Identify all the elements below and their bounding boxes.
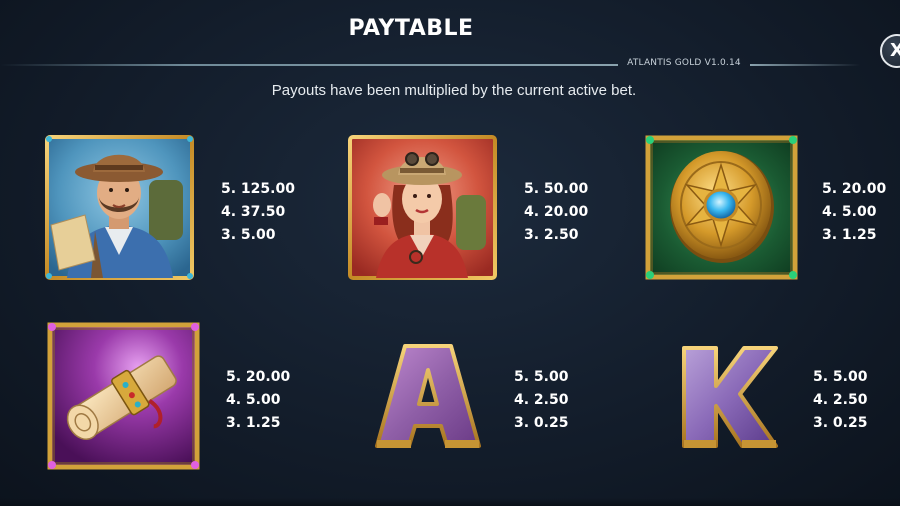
payout-3-of-kind: 3. 0.25 [514, 415, 569, 431]
version-label: ATLANTIS GOLD V1.0.14 [627, 58, 741, 68]
payout-5-of-kind: 5. 20.00 [822, 181, 887, 197]
payouts-letter-k: 5. 5.00 4. 2.50 3. 0.25 [813, 366, 867, 435]
payouts-scroll-map: 5. 20.00 4. 5.00 3. 1.25 [226, 366, 290, 435]
payout-3-of-kind: 3. 1.25 [822, 227, 877, 243]
payout-3-of-kind: 3. 1.25 [226, 415, 281, 431]
symbol-letter-k [682, 344, 778, 450]
payout-3-of-kind: 3. 2.50 [524, 227, 579, 243]
paytable-title: PAYTABLE [348, 16, 474, 41]
payouts-explorer-man: 5. 125.00 4. 37.50 3. 5.00 [221, 178, 295, 247]
payout-3-of-kind: 3. 5.00 [221, 227, 276, 243]
scroll-map-icon [47, 322, 200, 470]
payout-5-of-kind: 5. 125.00 [221, 181, 295, 197]
payouts-explorer-woman: 5. 50.00 4. 20.00 3. 2.50 [524, 178, 588, 247]
header-divider-left [0, 64, 618, 66]
payout-5-of-kind: 5. 5.00 [514, 369, 569, 385]
payout-4-of-kind: 4. 5.00 [822, 204, 877, 220]
payout-5-of-kind: 5. 50.00 [524, 181, 589, 197]
payout-4-of-kind: 4. 5.00 [226, 392, 281, 408]
close-icon: X [890, 40, 900, 61]
golden-medallion-icon [645, 135, 798, 280]
symbol-golden-medallion [645, 135, 798, 280]
letter-a-icon [375, 344, 481, 448]
bottom-shade [0, 498, 900, 506]
payout-4-of-kind: 4. 37.50 [221, 204, 286, 220]
symbol-explorer-woman [348, 135, 497, 280]
symbol-scroll-map [47, 322, 200, 470]
payout-4-of-kind: 4. 20.00 [524, 204, 589, 220]
payout-3-of-kind: 3. 0.25 [813, 415, 868, 431]
payouts-golden-medallion: 5. 20.00 4. 5.00 3. 1.25 [822, 178, 886, 247]
payout-4-of-kind: 4. 2.50 [813, 392, 868, 408]
payout-note: Payouts have been multiplied by the curr… [271, 82, 637, 99]
symbol-letter-a [375, 342, 481, 450]
close-button[interactable]: X [880, 34, 900, 68]
payout-4-of-kind: 4. 2.50 [514, 392, 569, 408]
explorer-man-icon [45, 135, 194, 280]
payouts-letter-a: 5. 5.00 4. 2.50 3. 0.25 [514, 366, 568, 435]
letter-k-icon [682, 346, 778, 448]
symbol-explorer-man [45, 135, 194, 280]
payout-5-of-kind: 5. 5.00 [813, 369, 868, 385]
payout-5-of-kind: 5. 20.00 [226, 369, 291, 385]
explorer-woman-icon [348, 135, 497, 280]
header-divider-right [750, 64, 860, 66]
